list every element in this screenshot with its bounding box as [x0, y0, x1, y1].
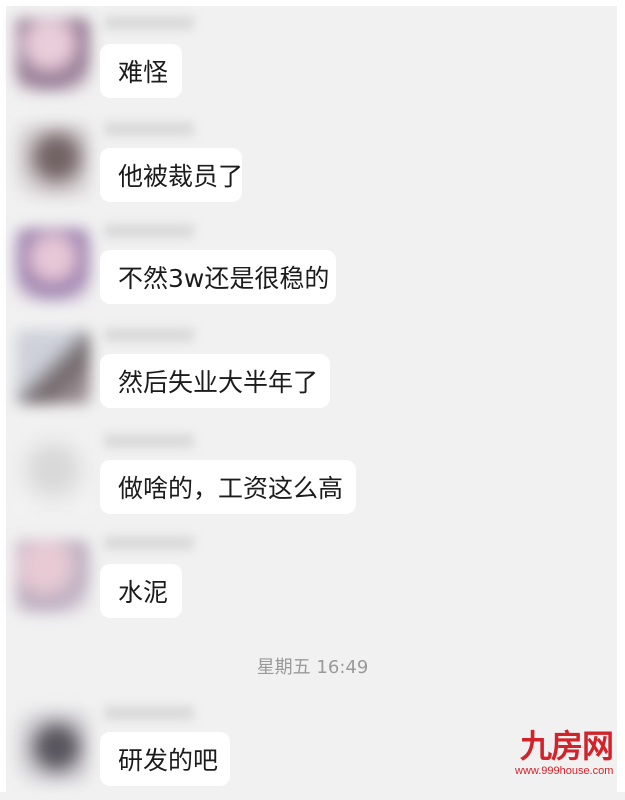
nickname-blurred — [104, 434, 194, 448]
nickname-blurred — [104, 122, 194, 136]
avatar-blurred[interactable] — [16, 228, 90, 302]
message-text: 难怪 — [118, 58, 169, 87]
chat-message: 然后失业大半年了 — [0, 326, 625, 436]
avatar-blurred[interactable] — [16, 124, 90, 198]
message-text: 不然3w还是很稳的 — [118, 264, 330, 293]
avatar-blurred[interactable] — [16, 710, 90, 784]
nickname-blurred — [104, 706, 194, 720]
chat-message: 他被裁员了 — [0, 118, 625, 228]
nickname-blurred — [104, 536, 194, 550]
watermark-url: www.999house.com — [515, 765, 614, 777]
message-text: 然后失业大半年了 — [118, 368, 319, 397]
nickname-blurred — [104, 16, 194, 30]
message-text: 做啥的，工资这么高 — [118, 474, 344, 503]
message-text: 水泥 — [118, 578, 169, 607]
nickname-blurred — [104, 224, 194, 238]
chat-message: 不然3w还是很稳的 — [0, 222, 625, 332]
chat-message: 难怪 — [0, 14, 625, 124]
watermark-logo: 九房网 — [519, 727, 614, 765]
message-bubble[interactable]: 他被裁员了 — [100, 148, 244, 202]
message-bubble[interactable]: 水泥 — [100, 564, 182, 618]
nickname-blurred — [104, 328, 194, 342]
chat-message: 做啥的，工资这么高 — [0, 430, 625, 540]
watermark: 九房网 www.999house.com — [515, 727, 614, 788]
frame-top — [0, 0, 625, 6]
message-bubble[interactable]: 然后失业大半年了 — [100, 354, 330, 408]
message-bubble[interactable]: 做啥的，工资这么高 — [100, 460, 356, 514]
message-bubble[interactable]: 难怪 — [100, 44, 182, 98]
avatar-blurred[interactable] — [16, 540, 90, 614]
chat-message: 水泥 — [0, 534, 625, 644]
avatar-blurred[interactable] — [16, 436, 90, 510]
message-timestamp: 星期五 16:49 — [256, 657, 369, 678]
message-bubble[interactable]: 研发的吧 — [100, 732, 230, 786]
avatar-blurred[interactable] — [16, 18, 90, 92]
message-text: 他被裁员了 — [118, 162, 244, 191]
message-bubble[interactable]: 不然3w还是很稳的 — [100, 250, 336, 304]
message-text: 研发的吧 — [118, 746, 219, 775]
avatar-blurred[interactable] — [16, 330, 90, 404]
